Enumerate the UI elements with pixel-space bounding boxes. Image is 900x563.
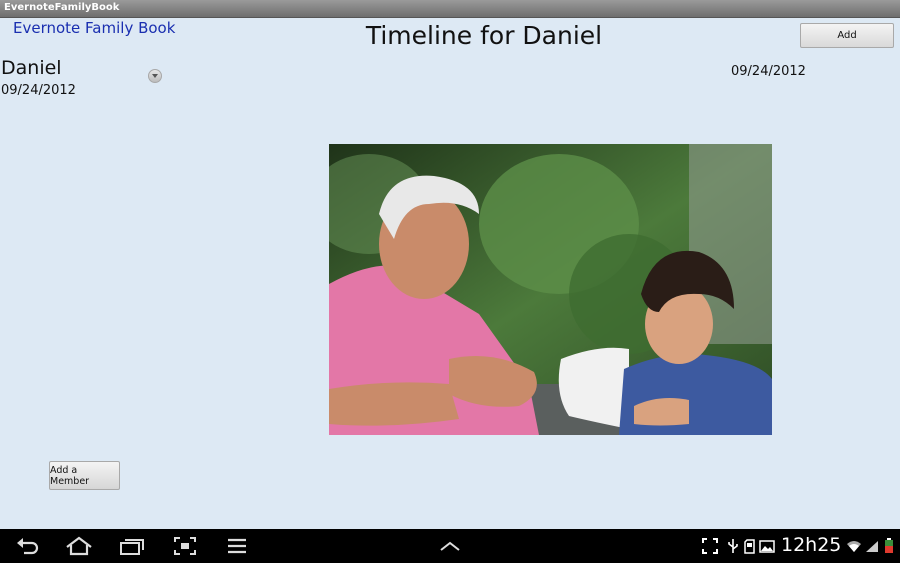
- menu-icon[interactable]: [225, 529, 249, 563]
- signal-icon: [864, 529, 880, 563]
- usb-icon: [726, 529, 740, 563]
- timeline-entry-date: 09/24/2012: [731, 64, 806, 79]
- member-name[interactable]: Daniel: [1, 57, 62, 79]
- home-icon[interactable]: [63, 529, 95, 563]
- recent-apps-icon[interactable]: [118, 529, 146, 563]
- battery-icon: [882, 529, 896, 563]
- add-member-button[interactable]: Add a Member: [49, 461, 120, 490]
- sd-card-icon: [742, 529, 756, 563]
- member-dropdown-icon[interactable]: [148, 69, 162, 83]
- window-title: EvernoteFamilyBook: [4, 2, 120, 13]
- status-clock: 12h25: [781, 534, 842, 556]
- wifi-icon: [845, 529, 863, 563]
- window-titlebar: EvernoteFamilyBook: [0, 0, 900, 18]
- timeline-photo[interactable]: [329, 144, 772, 435]
- add-button[interactable]: Add: [800, 23, 894, 48]
- photo-illustration: [329, 144, 772, 435]
- gallery-icon: [758, 529, 776, 563]
- page-title: Timeline for Daniel: [365, 21, 603, 50]
- back-icon[interactable]: [14, 529, 42, 563]
- member-date: 09/24/2012: [1, 83, 76, 98]
- up-arrow-icon[interactable]: [437, 529, 463, 563]
- screenshot-icon[interactable]: [171, 529, 199, 563]
- system-navigation-bar: 12h25: [0, 529, 900, 563]
- fullscreen-icon[interactable]: [700, 529, 720, 563]
